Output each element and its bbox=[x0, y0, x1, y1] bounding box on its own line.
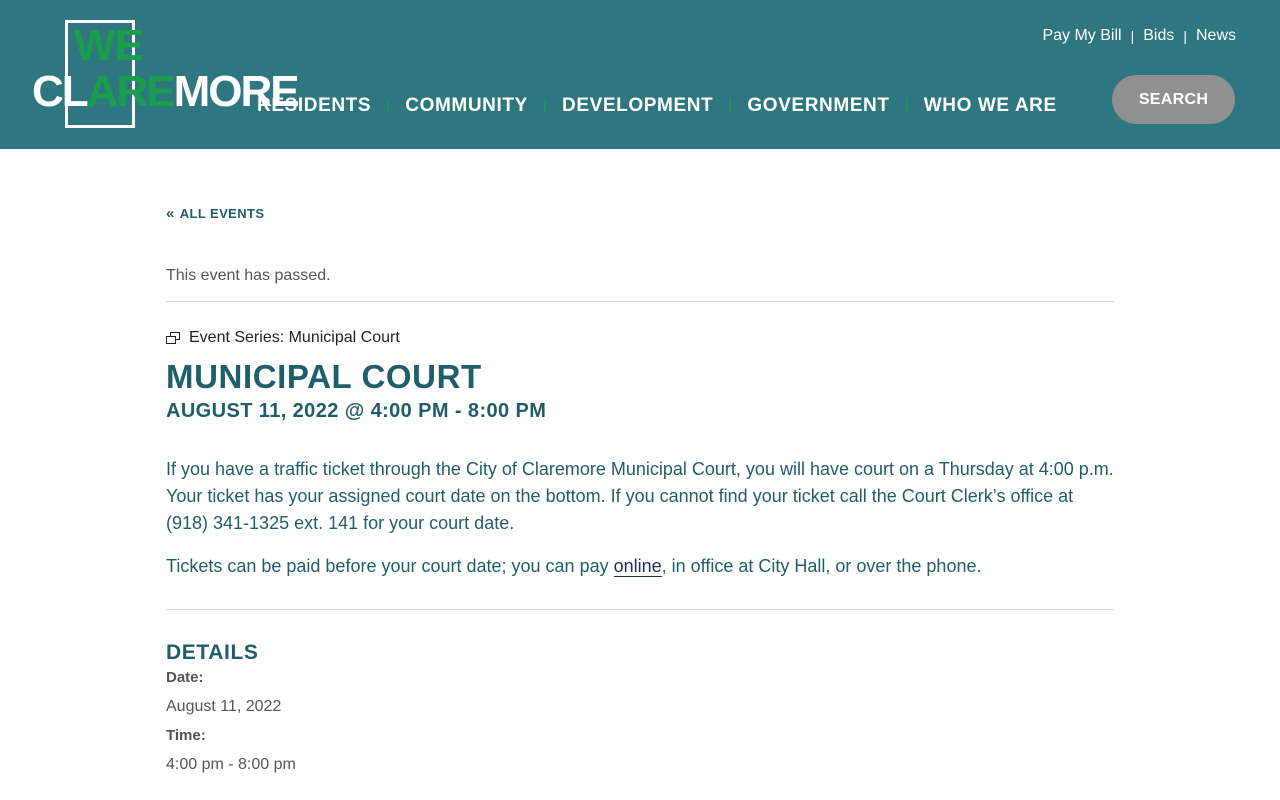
description-paragraph: Tickets can be paid before your court da… bbox=[166, 553, 1114, 580]
time-value: 4:00 pm - 8:00 pm bbox=[166, 756, 296, 773]
divider bbox=[166, 609, 1114, 610]
nav-separator: | bbox=[904, 97, 909, 114]
utility-separator: | bbox=[1130, 28, 1135, 44]
divider bbox=[166, 301, 1114, 302]
pay-my-bill-link[interactable]: Pay My Bill bbox=[1042, 27, 1121, 45]
details-heading: DETAILS bbox=[166, 641, 259, 664]
logo-part-are: ARE bbox=[86, 67, 176, 116]
nav-item-community[interactable]: COMMUNITY bbox=[405, 95, 528, 117]
pay-online-link[interactable]: online bbox=[613, 556, 662, 577]
nav-item-government[interactable]: GOVERNMENT bbox=[747, 95, 889, 117]
nav-separator: | bbox=[386, 97, 391, 114]
we-claremore-logo[interactable]: WE CLAREMORE bbox=[32, 20, 300, 130]
nav-separator: | bbox=[728, 97, 733, 114]
date-label: Date: bbox=[166, 669, 204, 686]
logo-part-cl: CL bbox=[32, 67, 89, 116]
date-value: August 11, 2022 bbox=[166, 698, 282, 715]
main-nav: RESIDENTS | COMMUNITY | DEVELOPMENT | GO… bbox=[257, 95, 1057, 117]
double-chevron-left-icon: « bbox=[166, 205, 175, 222]
all-events-label: ALL EVENTS bbox=[179, 206, 265, 221]
bids-link[interactable]: Bids bbox=[1143, 27, 1174, 45]
description-paragraph: If you have a traffic ticket through the… bbox=[166, 459, 1114, 533]
nav-separator: | bbox=[542, 97, 548, 114]
all-events-link[interactable]: « ALL EVENTS bbox=[166, 205, 264, 222]
news-link[interactable]: News bbox=[1196, 27, 1236, 45]
logo-we-text: WE bbox=[74, 21, 144, 70]
utility-separator: | bbox=[1183, 28, 1187, 44]
event-series-label[interactable]: Event Series: Municipal Court bbox=[189, 329, 400, 347]
utility-nav: Pay My Bill | Bids | News bbox=[1042, 27, 1236, 45]
event-passed-notice: This event has passed. bbox=[166, 267, 331, 284]
site-header: WE CLAREMORE Pay My Bill | Bids | News R… bbox=[0, 0, 1280, 149]
description-text: Tickets can be paid before your court da… bbox=[166, 556, 614, 576]
nav-item-who-we-are[interactable]: WHO WE ARE bbox=[924, 95, 1057, 117]
event-datetime: AUGUST 11, 2022 @ 4:00 PM - 8:00 PM bbox=[166, 400, 547, 422]
description-text: , in office at City Hall, or over the ph… bbox=[661, 556, 982, 576]
event-description: If you have a traffic ticket through the… bbox=[166, 456, 1114, 596]
nav-item-residents[interactable]: RESIDENTS bbox=[257, 95, 371, 117]
event-series: Event Series: Municipal Court bbox=[166, 329, 400, 347]
search-button[interactable]: SEARCH bbox=[1112, 75, 1235, 124]
event-series-icon bbox=[166, 332, 180, 344]
event-title: MUNICIPAL COURT bbox=[166, 358, 482, 395]
time-label: Time: bbox=[166, 727, 206, 744]
nav-item-development[interactable]: DEVELOPMENT bbox=[562, 95, 713, 117]
